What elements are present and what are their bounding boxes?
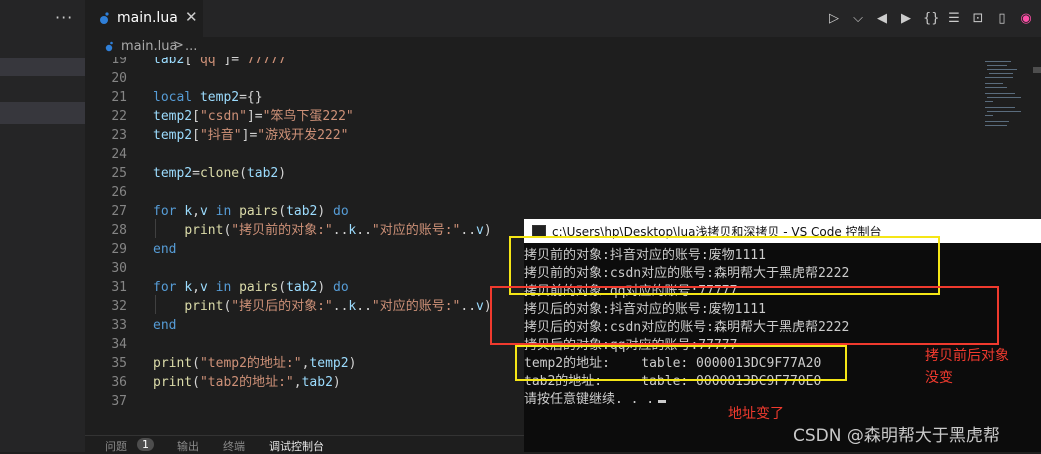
annotation-unchanged-line1: 拷贝前后对象 <box>925 348 1009 364</box>
code-text[interactable]: end <box>153 240 176 259</box>
line-number: 24 <box>111 147 127 162</box>
code-text[interactable]: print("temp2的地址:",temp2) <box>153 354 356 373</box>
editor-tab-bar: main.lua ✕ ▷ ⌵ ◀ ▶ {} ☰ ⊡ ▯ ◉ <box>85 0 1041 37</box>
annotation-unchanged-line2: 没变 <box>925 370 953 386</box>
copilot-icon[interactable]: ◉ <box>1019 11 1033 26</box>
code-text[interactable]: temp2["抖音"]="游戏开发222" <box>153 126 348 145</box>
code-text[interactable]: tab2["qq"]= 77777 <box>153 57 286 69</box>
breadcrumb-symbol[interactable]: ... <box>185 39 197 54</box>
line-number: 36 <box>111 375 127 390</box>
line-number: 23 <box>111 128 127 143</box>
editor-actions: ▷ ⌵ ◀ ▶ {} ☰ ⊡ ▯ ◉ <box>827 0 1041 37</box>
explorer-item-selected[interactable] <box>0 58 85 76</box>
line-number: 20 <box>111 71 127 86</box>
code-text[interactable]: local temp2={} <box>153 88 263 107</box>
annotation-address-changed: 地址变了 <box>728 406 784 422</box>
line-number: 21 <box>111 90 127 105</box>
code-text[interactable]: for k,v in pairs(tab2) do <box>153 202 349 221</box>
close-icon[interactable]: ✕ <box>185 8 198 26</box>
line-number: 37 <box>111 394 127 409</box>
line-number: 22 <box>111 109 127 124</box>
code-text[interactable]: print("拷贝后的对象:"..k.."对应的账号:"..v) <box>153 297 491 316</box>
line-number: 32 <box>111 299 127 314</box>
line-number: 33 <box>111 318 127 333</box>
code-text[interactable]: temp2=clone(tab2) <box>153 164 286 183</box>
code-text[interactable]: end <box>153 316 176 335</box>
list-icon[interactable]: ☰ <box>947 11 961 26</box>
line-number: 19 <box>111 57 127 67</box>
more-actions-button[interactable]: ··· <box>55 8 73 27</box>
line-number: 29 <box>111 242 127 257</box>
breadcrumb-file[interactable]: main.lua <box>121 39 177 54</box>
split-editor-icon[interactable]: ▯ <box>995 11 1009 26</box>
braces-icon[interactable]: {} <box>923 11 940 26</box>
line-number: 31 <box>111 280 127 295</box>
line-number: 34 <box>111 337 127 352</box>
panel-tab-bar: 问题 1 输出 终端 调试控制台 <box>85 435 535 453</box>
terminal-icon[interactable]: ⊡ <box>971 11 985 26</box>
problems-count-badge: 1 <box>137 438 154 451</box>
tab-main-lua[interactable]: main.lua ✕ <box>85 0 203 37</box>
line-number: 35 <box>111 356 127 371</box>
code-text[interactable]: print("拷贝前的对象:"..k.."对应的账号:"..v) <box>153 221 491 240</box>
lua-file-icon <box>105 41 113 52</box>
breadcrumb: main.lua > ... <box>85 37 1041 57</box>
tab-label: main.lua <box>117 10 178 26</box>
line-number: 30 <box>111 261 127 276</box>
line-number: 28 <box>111 223 127 238</box>
console-prompt: 请按任意键继续. . . <box>524 392 655 407</box>
code-text[interactable]: for k,v in pairs(tab2) do <box>153 278 349 297</box>
previous-change-icon[interactable]: ◀ <box>875 11 889 26</box>
line-number: 26 <box>111 185 127 200</box>
next-change-icon[interactable]: ▶ <box>899 11 913 26</box>
text-cursor <box>658 400 667 403</box>
code-text[interactable]: temp2["csdn"]="笨鸟下蛋222" <box>153 107 354 126</box>
address-highlight-box <box>515 345 847 381</box>
after-copy-highlight-box <box>490 286 999 345</box>
breadcrumb-separator: > <box>173 38 184 53</box>
chevron-down-icon[interactable]: ⌵ <box>851 11 865 26</box>
lua-file-icon <box>100 12 109 24</box>
run-icon[interactable]: ▷ <box>827 11 841 26</box>
console-prompt-line: 请按任意键继续. . . <box>524 391 667 409</box>
code-text[interactable]: print("tab2的地址:",tab2) <box>153 373 341 392</box>
line-number: 27 <box>111 204 127 219</box>
line-number: 25 <box>111 166 127 181</box>
explorer-sidebar: ··· <box>0 0 85 452</box>
explorer-item-highlight[interactable] <box>0 102 85 124</box>
scrollbar-thumb[interactable] <box>1033 67 1041 73</box>
watermark: CSDN @森明帮大于黑虎帮 <box>793 426 1000 446</box>
